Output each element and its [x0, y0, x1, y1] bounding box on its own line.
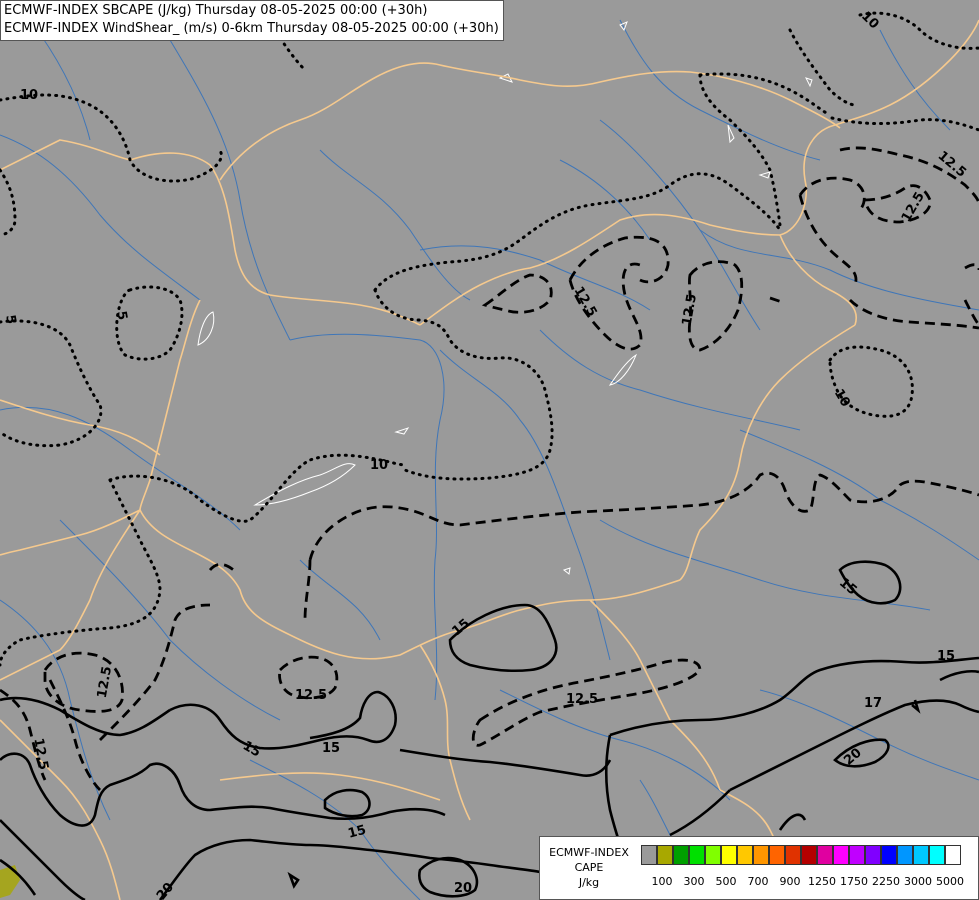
legend-swatch — [945, 845, 961, 865]
legend-title: ECMWF-INDEX CAPE J/kg — [544, 845, 634, 890]
legend-swatch — [753, 845, 769, 865]
legend-swatch — [929, 845, 945, 865]
legend-swatch — [865, 845, 881, 865]
weather-map: 10 10 10 10 5 5 12.5 12.5 12.5 12.5 12.5… — [0, 0, 979, 900]
legend-swatch — [641, 845, 657, 865]
cape-legend: ECMWF-INDEX CAPE J/kg 100 300 500 700 900 125… — [539, 836, 979, 900]
legend-swatch — [705, 845, 721, 865]
legend-swatch — [833, 845, 849, 865]
legend-swatch — [721, 845, 737, 865]
contour-label: 10 — [20, 88, 38, 103]
legend-tick-label: 1750 — [840, 875, 868, 888]
legend-swatch — [913, 845, 929, 865]
legend-swatch — [785, 845, 801, 865]
legend-tick-label: 3000 — [904, 875, 932, 888]
legend-swatch — [737, 845, 753, 865]
legend-source: ECMWF-INDEX — [549, 846, 629, 859]
legend-swatch — [817, 845, 833, 865]
contour-label: 20 — [454, 881, 472, 896]
contour-label: 12.5 — [566, 692, 598, 707]
legend-units: J/kg — [578, 876, 600, 889]
legend-swatch — [881, 845, 897, 865]
cape-title: ECMWF-INDEX SBCAPE (J/kg) Thursday 08-05… — [4, 3, 428, 18]
legend-swatch — [849, 845, 865, 865]
contour-label: 15 — [322, 741, 340, 756]
contour-label: 12.5 — [295, 688, 327, 703]
legend-tick-label: 300 — [683, 875, 705, 888]
legend-swatch — [897, 845, 913, 865]
legend-swatch — [689, 845, 705, 865]
legend-swatch — [801, 845, 817, 865]
legend-variable: CAPE — [574, 861, 604, 874]
legend-tick-label: 5000 — [936, 875, 964, 888]
legend-ticks: 100 300 500 700 900 1250 1750 2250 3000 5000 — [636, 875, 976, 889]
legend-tick-label: 500 — [715, 875, 737, 888]
map-title-box: ECMWF-INDEX SBCAPE (J/kg) Thursday 08-05… — [0, 0, 504, 41]
legend-swatch — [769, 845, 785, 865]
contour-label: 15 — [937, 649, 955, 664]
contour-label: 10 — [370, 458, 388, 473]
legend-tick-label: 700 — [747, 875, 769, 888]
legend-swatch — [657, 845, 673, 865]
legend-tick-label: 2250 — [872, 875, 900, 888]
legend-swatches — [641, 845, 961, 865]
contour-label: 17 — [864, 696, 882, 711]
legend-swatch — [673, 845, 689, 865]
windshear-title: ECMWF-INDEX WindShear_ (m/s) 0-6km Thurs… — [4, 21, 499, 36]
legend-tick-label: 100 — [651, 875, 673, 888]
legend-tick-label: 1250 — [808, 875, 836, 888]
legend-tick-label: 900 — [779, 875, 801, 888]
